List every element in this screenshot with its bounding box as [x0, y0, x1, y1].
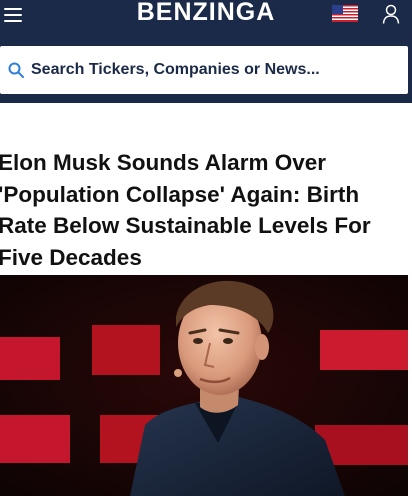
headline-line-4[interactable]: Five Decades	[0, 242, 412, 274]
search-placeholder: Search Tickers, Companies or News...	[31, 61, 320, 78]
right-edge-strip	[408, 275, 412, 496]
headline-line-2[interactable]: 'Population Collapse' Again: Birth	[0, 179, 412, 211]
search-icon[interactable]	[8, 62, 24, 78]
top-navigation-bar: BENZINGA Search Tickers, Companies or Ne…	[0, 0, 412, 103]
user-account-icon[interactable]	[382, 4, 400, 24]
article-hero-image[interactable]	[0, 275, 408, 496]
hero-photo-illustration	[0, 275, 408, 496]
search-input[interactable]: Search Tickers, Companies or News...	[0, 46, 408, 94]
article-headline[interactable]: Elon Musk Sounds Alarm Over 'Population …	[0, 147, 412, 273]
headline-line-1[interactable]: Elon Musk Sounds Alarm Over	[0, 147, 412, 179]
us-flag-icon[interactable]	[332, 5, 358, 22]
headline-line-3[interactable]: Rate Below Sustainable Levels For	[0, 210, 412, 242]
